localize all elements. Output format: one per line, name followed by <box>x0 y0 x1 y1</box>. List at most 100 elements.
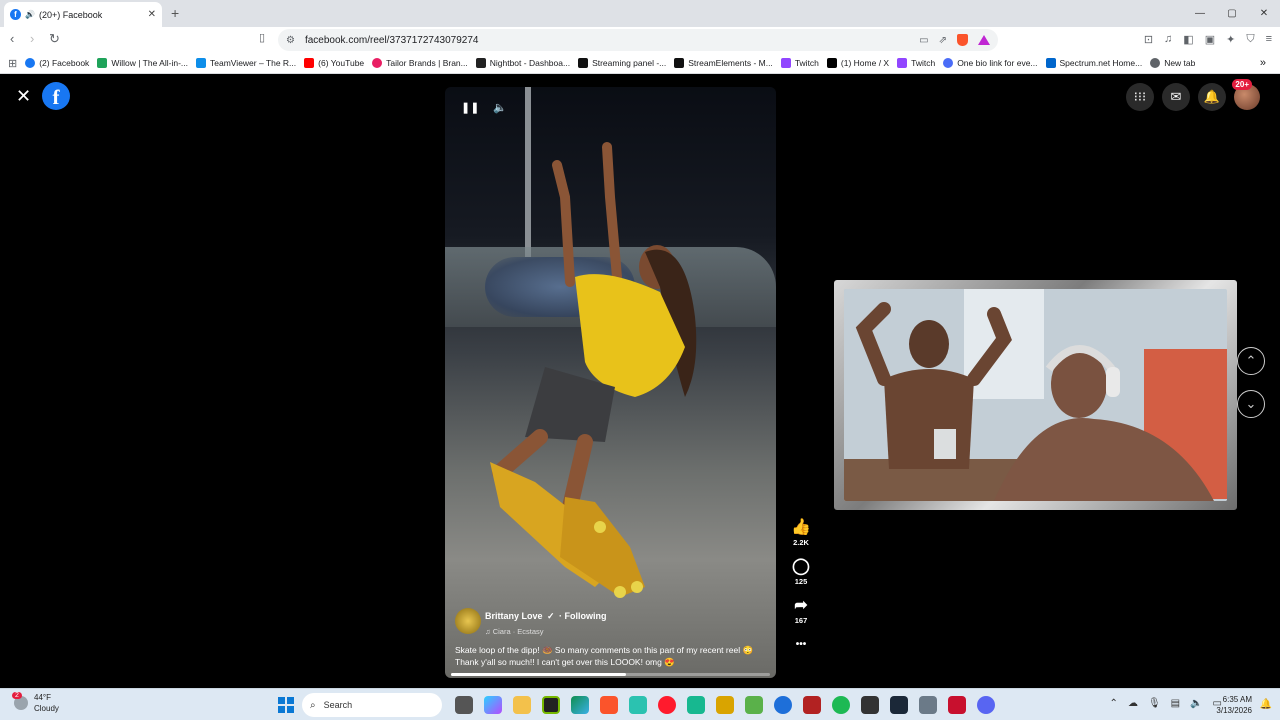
back-icon[interactable]: ‹ <box>10 31 14 46</box>
canva-icon[interactable] <box>629 696 647 714</box>
forward-icon[interactable]: › <box>30 31 34 46</box>
bookmark-icon[interactable]: ▯ <box>259 31 265 44</box>
streaming-panel-icon <box>578 58 589 68</box>
more-options-icon[interactable]: ••• <box>788 635 814 655</box>
bookmark-item[interactable]: One bio link for eve... <box>943 58 1038 68</box>
brave-rewards-icon[interactable] <box>978 35 990 45</box>
steam-icon[interactable] <box>890 696 908 714</box>
new-tab-button[interactable]: + <box>171 5 179 21</box>
opera-icon[interactable] <box>658 696 676 714</box>
restore-button[interactable]: ▢ <box>1216 0 1248 27</box>
wallet-icon[interactable]: ▣ <box>1205 33 1215 46</box>
bookmark-item[interactable]: Spectrum.net Home... <box>1045 58 1142 68</box>
share-icon[interactable]: ⇗ <box>939 35 947 46</box>
willow-icon <box>97 58 108 68</box>
bookmark-item[interactable]: Twitch <box>780 58 819 68</box>
cast-icon[interactable]: ▭ <box>919 35 928 46</box>
adobe-icon[interactable] <box>948 696 966 714</box>
apps-grid-icon[interactable]: ⊞ <box>8 57 17 70</box>
game-icon[interactable] <box>803 696 821 714</box>
app-icon[interactable] <box>774 696 792 714</box>
menu-grid-icon[interactable]: ⁝⁝⁝ <box>1126 83 1154 111</box>
bookmark-item[interactable]: Twitch <box>897 58 935 68</box>
clock[interactable]: 6:35 AM 3/13/2026 <box>1216 694 1252 716</box>
author-avatar[interactable] <box>455 608 481 634</box>
video-progress-bar[interactable] <box>451 673 770 676</box>
weather-condition: Cloudy <box>34 704 59 713</box>
sidebar-icon[interactable]: ◧ <box>1183 33 1193 46</box>
mic-icon[interactable]: 🎙 <box>1148 698 1161 709</box>
network-icon[interactable]: ▤ <box>1171 698 1180 709</box>
close-icon[interactable]: ✕ <box>16 86 31 107</box>
address-bar[interactable]: ⚙ facebook.com/reel/3737172743079274 ▭ ⇗ <box>278 29 998 51</box>
site-info-icon[interactable]: ⚙ <box>286 35 295 46</box>
bookmark-item[interactable]: StreamElements - M... <box>674 58 773 68</box>
bookmark-item[interactable]: Streaming panel -... <box>578 58 666 68</box>
edge-icon[interactable] <box>571 696 589 714</box>
close-tab-icon[interactable]: ✕ <box>148 9 156 20</box>
messenger-icon[interactable]: ✉ <box>1162 83 1190 111</box>
chevron-up-icon[interactable]: ⌃ <box>1110 698 1118 709</box>
discord-icon[interactable] <box>977 696 995 714</box>
streamlabs-icon[interactable] <box>687 696 705 714</box>
speaker-icon[interactable]: 🔊 <box>25 10 35 19</box>
taskbar-search[interactable]: ⌕ Search <box>302 693 442 717</box>
share-icon[interactable]: ➦ <box>788 596 814 616</box>
comment-icon[interactable]: ◯ <box>788 557 814 577</box>
x-icon <box>826 58 837 68</box>
file-icon[interactable] <box>455 696 473 714</box>
music-label[interactable]: ♫ Ciara · Ecstasy <box>485 627 606 636</box>
copilot-icon[interactable] <box>484 696 502 714</box>
minimize-button[interactable]: — <box>1184 0 1216 27</box>
tab-search-icon[interactable]: ⊡ <box>1144 33 1153 46</box>
twitch-icon <box>780 58 791 68</box>
weather-widget[interactable]: 2 44°F Cloudy <box>12 692 59 714</box>
previous-reel-button[interactable]: ⌃ <box>1237 347 1265 375</box>
brave-icon[interactable] <box>600 696 618 714</box>
rockstar-icon[interactable] <box>716 696 734 714</box>
vegas-icon[interactable] <box>745 696 763 714</box>
leo-icon[interactable]: ✦ <box>1226 33 1235 46</box>
url-text[interactable]: facebook.com/reel/3737172743079274 <box>305 35 919 46</box>
reload-icon[interactable]: ↻ <box>49 31 60 47</box>
bookmark-item[interactable]: (6) YouTube <box>304 58 364 68</box>
bookmark-item[interactable]: Nightbot - Dashboa... <box>475 58 570 68</box>
notification-bell-icon[interactable]: 🔔 <box>1260 699 1272 710</box>
share-count: 167 <box>794 616 808 625</box>
onedrive-icon[interactable]: ☁ <box>1128 698 1138 709</box>
close-window-button[interactable]: ✕ <box>1248 0 1280 27</box>
tab-title: (20+) Facebook <box>38 9 103 20</box>
bookmark-item[interactable]: New tab <box>1150 58 1195 68</box>
notifications-bell-icon[interactable]: 🔔 <box>1198 83 1226 111</box>
bookmark-item[interactable]: (2) Facebook <box>25 58 89 68</box>
following-label[interactable]: · Following <box>559 611 607 621</box>
nvidia-icon[interactable] <box>542 696 560 714</box>
bookmark-item[interactable]: TeamViewer – The R... <box>196 58 296 68</box>
media-icon[interactable]: ♫ <box>1164 33 1172 46</box>
pause-icon[interactable]: ❚❚ <box>461 101 479 114</box>
spectrum-icon <box>1045 58 1056 68</box>
volume-icon[interactable]: 🔈 <box>493 101 507 114</box>
bookmark-item[interactable]: Tailor Brands | Bran... <box>372 58 468 68</box>
facebook-logo[interactable]: f <box>42 82 70 110</box>
globe-icon <box>1150 58 1161 68</box>
settings-icon[interactable] <box>919 696 937 714</box>
obs-icon[interactable] <box>861 696 879 714</box>
spotify-icon[interactable] <box>832 696 850 714</box>
more-bookmarks-icon[interactable]: » <box>1260 57 1266 69</box>
bookmark-item[interactable]: Willow | The All-in-... <box>97 58 188 68</box>
speaker-icon[interactable]: 🔈 <box>1190 698 1202 709</box>
account-avatar[interactable]: 20+ <box>1232 79 1260 110</box>
stream-webcam-overlay[interactable] <box>834 280 1237 510</box>
brave-shields-icon[interactable] <box>957 34 968 46</box>
author-name[interactable]: Brittany Love <box>485 611 543 621</box>
bookmark-item[interactable]: (1) Home / X <box>826 58 889 68</box>
reel-video[interactable]: ❚❚ 🔈 Brittany Love ✓ · Following ♫ Ciara… <box>445 87 776 678</box>
tab-facebook[interactable]: f 🔊 (20+) Facebook ✕ <box>4 2 162 27</box>
next-reel-button[interactable]: ⌄ <box>1237 390 1265 418</box>
file-explorer-icon[interactable] <box>513 696 531 714</box>
like-icon[interactable]: 👍 <box>788 518 814 538</box>
start-button[interactable] <box>278 697 294 713</box>
menu-icon[interactable]: ≡ <box>1266 33 1272 46</box>
vpn-icon[interactable]: ⛉ <box>1246 33 1254 46</box>
